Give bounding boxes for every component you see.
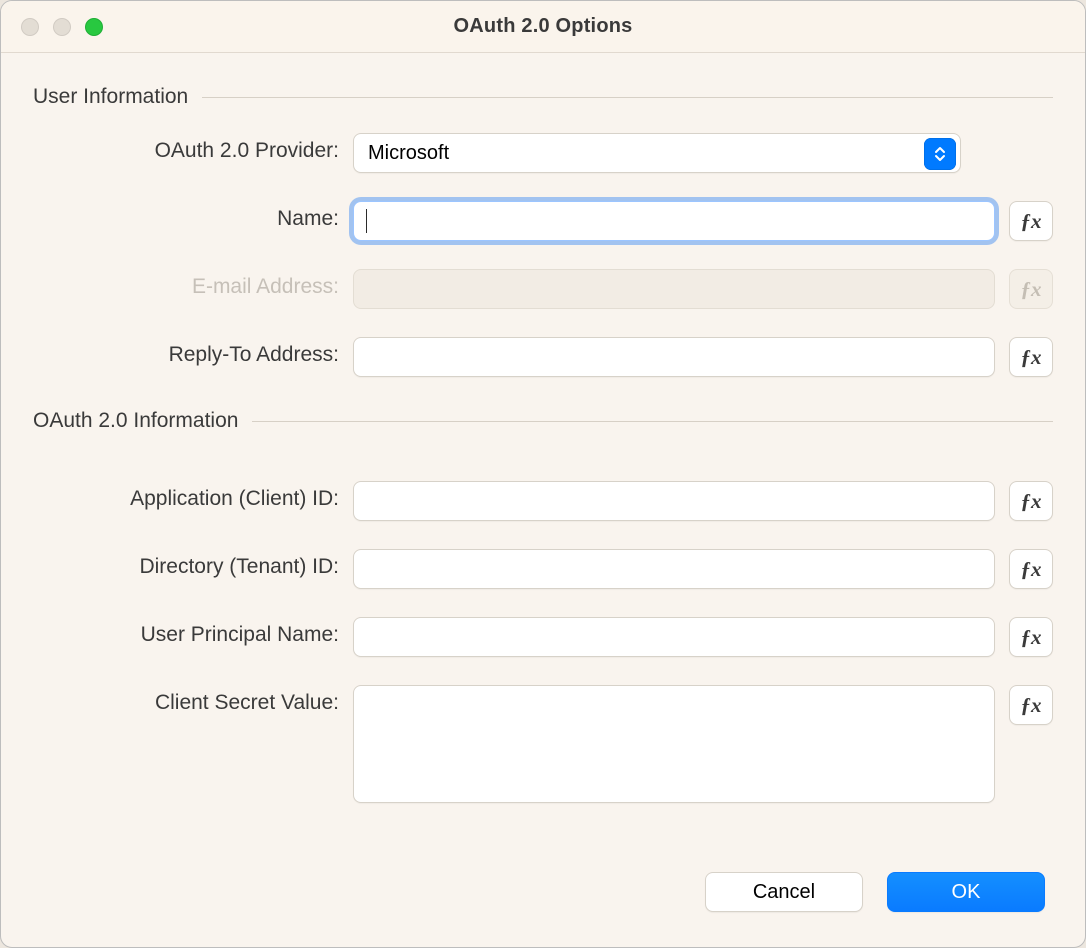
spacer <box>33 457 1053 481</box>
minimize-window-button[interactable] <box>53 18 71 36</box>
label-email: E-mail Address: <box>33 269 353 299</box>
window-title: OAuth 2.0 Options <box>1 15 1085 38</box>
label-upn: User Principal Name: <box>33 617 353 647</box>
fx-button-email: ƒx <box>1009 269 1053 309</box>
upn-input[interactable] <box>353 617 995 657</box>
dialog-footer: Cancel OK <box>1 865 1085 947</box>
select-arrows-icon <box>924 138 956 170</box>
label-name: Name: <box>33 201 353 231</box>
label-client-id: Application (Client) ID: <box>33 481 353 511</box>
window-controls <box>21 1 103 52</box>
cancel-button[interactable]: Cancel <box>705 872 863 912</box>
row-oauth-provider: OAuth 2.0 Provider: Microsoft <box>33 133 1053 173</box>
divider <box>252 421 1053 422</box>
ok-button[interactable]: OK <box>887 872 1045 912</box>
section-label-user-information: User Information <box>33 85 202 109</box>
fx-button-replyto[interactable]: ƒx <box>1009 337 1053 377</box>
email-input <box>353 269 995 309</box>
label-tenant-id: Directory (Tenant) ID: <box>33 549 353 579</box>
tenant-id-input[interactable] <box>353 549 995 589</box>
label-replyto: Reply-To Address: <box>33 337 353 367</box>
name-input[interactable] <box>353 201 995 241</box>
row-client-secret: Client Secret Value: ƒx <box>33 685 1053 803</box>
row-upn: User Principal Name: ƒx <box>33 617 1053 657</box>
oauth-provider-select[interactable]: Microsoft <box>353 133 961 173</box>
label-oauth-provider: OAuth 2.0 Provider: <box>33 133 353 163</box>
client-id-input[interactable] <box>353 481 995 521</box>
divider <box>202 97 1053 98</box>
row-client-id: Application (Client) ID: ƒx <box>33 481 1053 521</box>
row-tenant-id: Directory (Tenant) ID: ƒx <box>33 549 1053 589</box>
replyto-input[interactable] <box>353 337 995 377</box>
dialog-window: OAuth 2.0 Options User Information OAuth… <box>0 0 1086 948</box>
row-replyto: Reply-To Address: ƒx <box>33 337 1053 377</box>
close-window-button[interactable] <box>21 18 39 36</box>
row-name: Name: ƒx <box>33 201 1053 241</box>
fx-button-upn[interactable]: ƒx <box>1009 617 1053 657</box>
section-user-information: User Information <box>33 85 1053 109</box>
fx-button-tenant-id[interactable]: ƒx <box>1009 549 1053 589</box>
client-secret-input[interactable] <box>353 685 995 803</box>
dialog-content: User Information OAuth 2.0 Provider: Mic… <box>1 53 1085 865</box>
section-label-oauth-information: OAuth 2.0 Information <box>33 409 252 433</box>
row-email: E-mail Address: ƒx <box>33 269 1053 309</box>
fx-button-client-id[interactable]: ƒx <box>1009 481 1053 521</box>
zoom-window-button[interactable] <box>85 18 103 36</box>
fx-button-name[interactable]: ƒx <box>1009 201 1053 241</box>
section-oauth-information: OAuth 2.0 Information <box>33 409 1053 433</box>
label-client-secret: Client Secret Value: <box>33 685 353 715</box>
titlebar: OAuth 2.0 Options <box>1 1 1085 53</box>
text-caret-icon <box>366 209 367 233</box>
fx-button-client-secret[interactable]: ƒx <box>1009 685 1053 725</box>
oauth-provider-value: Microsoft <box>368 142 449 165</box>
